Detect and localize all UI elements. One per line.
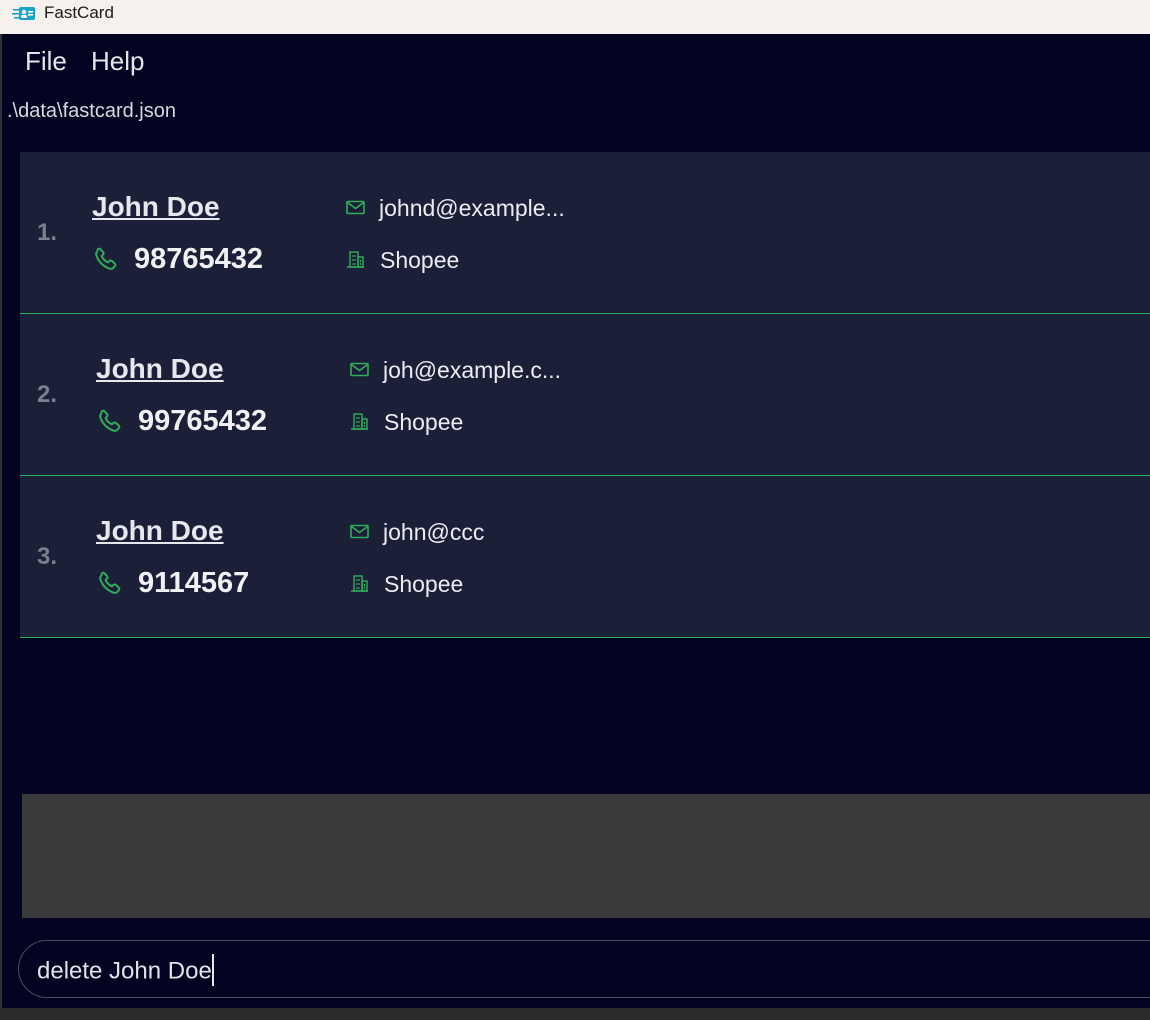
taskbar-edge: [0, 1008, 1150, 1020]
building-icon: [351, 575, 368, 592]
contact-name: John Doe: [96, 353, 224, 384]
building-icon: [347, 251, 364, 268]
mail-icon: [350, 524, 369, 539]
contact-name: John Doe: [92, 191, 220, 222]
contact-phone: 99765432: [138, 405, 268, 437]
contact-email: john@ccc: [383, 519, 485, 545]
menu-bar: File Help: [0, 40, 1150, 84]
contact-email: johnd@example...: [379, 195, 565, 221]
contact-list[interactable]: 1. John Doe 98765432 johnd@example... Sh…: [20, 152, 1150, 638]
building-icon: [351, 413, 368, 430]
contact-index: 2.: [37, 381, 58, 408]
contact-company: Shopee: [380, 247, 460, 273]
command-input[interactable]: delete John Doe: [37, 954, 214, 988]
phone-icon: [99, 409, 121, 432]
app-logo-icon: [12, 7, 35, 20]
command-box[interactable]: delete John Doe: [18, 940, 1150, 998]
contact-index: 3.: [37, 543, 58, 570]
phone-icon: [99, 571, 121, 594]
app-window: FastCard File Help .\data\fastcard.json …: [0, 0, 1150, 1008]
contact-company: Shopee: [384, 571, 464, 597]
text-caret: [211, 954, 214, 986]
mail-icon: [350, 362, 369, 377]
window-border: [0, 34, 2, 1008]
contact-phone: 98765432: [134, 243, 264, 275]
contact-company: Shopee: [384, 409, 464, 435]
contact-email: joh@example.c...: [383, 357, 562, 383]
contact-name: John Doe: [96, 515, 224, 546]
command-text: delete John Doe: [37, 957, 212, 985]
contact-card[interactable]: 2. John Doe 99765432 joh@example.c... Sh…: [20, 314, 1150, 476]
window-title: FastCard: [44, 3, 114, 22]
data-file-path: .\data\fastcard.json: [7, 100, 176, 122]
title-bar: FastCard: [0, 0, 1150, 34]
menu-help[interactable]: Help: [91, 46, 144, 76]
contact-card[interactable]: 1. John Doe 98765432 johnd@example... Sh…: [20, 152, 1150, 314]
contact-index: 1.: [37, 219, 58, 246]
contact-phone: 9114567: [138, 567, 250, 599]
mail-icon: [346, 200, 365, 215]
contact-card[interactable]: 3. John Doe 9114567 john@ccc Shopee: [20, 476, 1150, 638]
menu-file[interactable]: File: [25, 46, 67, 76]
phone-icon: [95, 247, 117, 270]
result-display: [22, 794, 1150, 918]
